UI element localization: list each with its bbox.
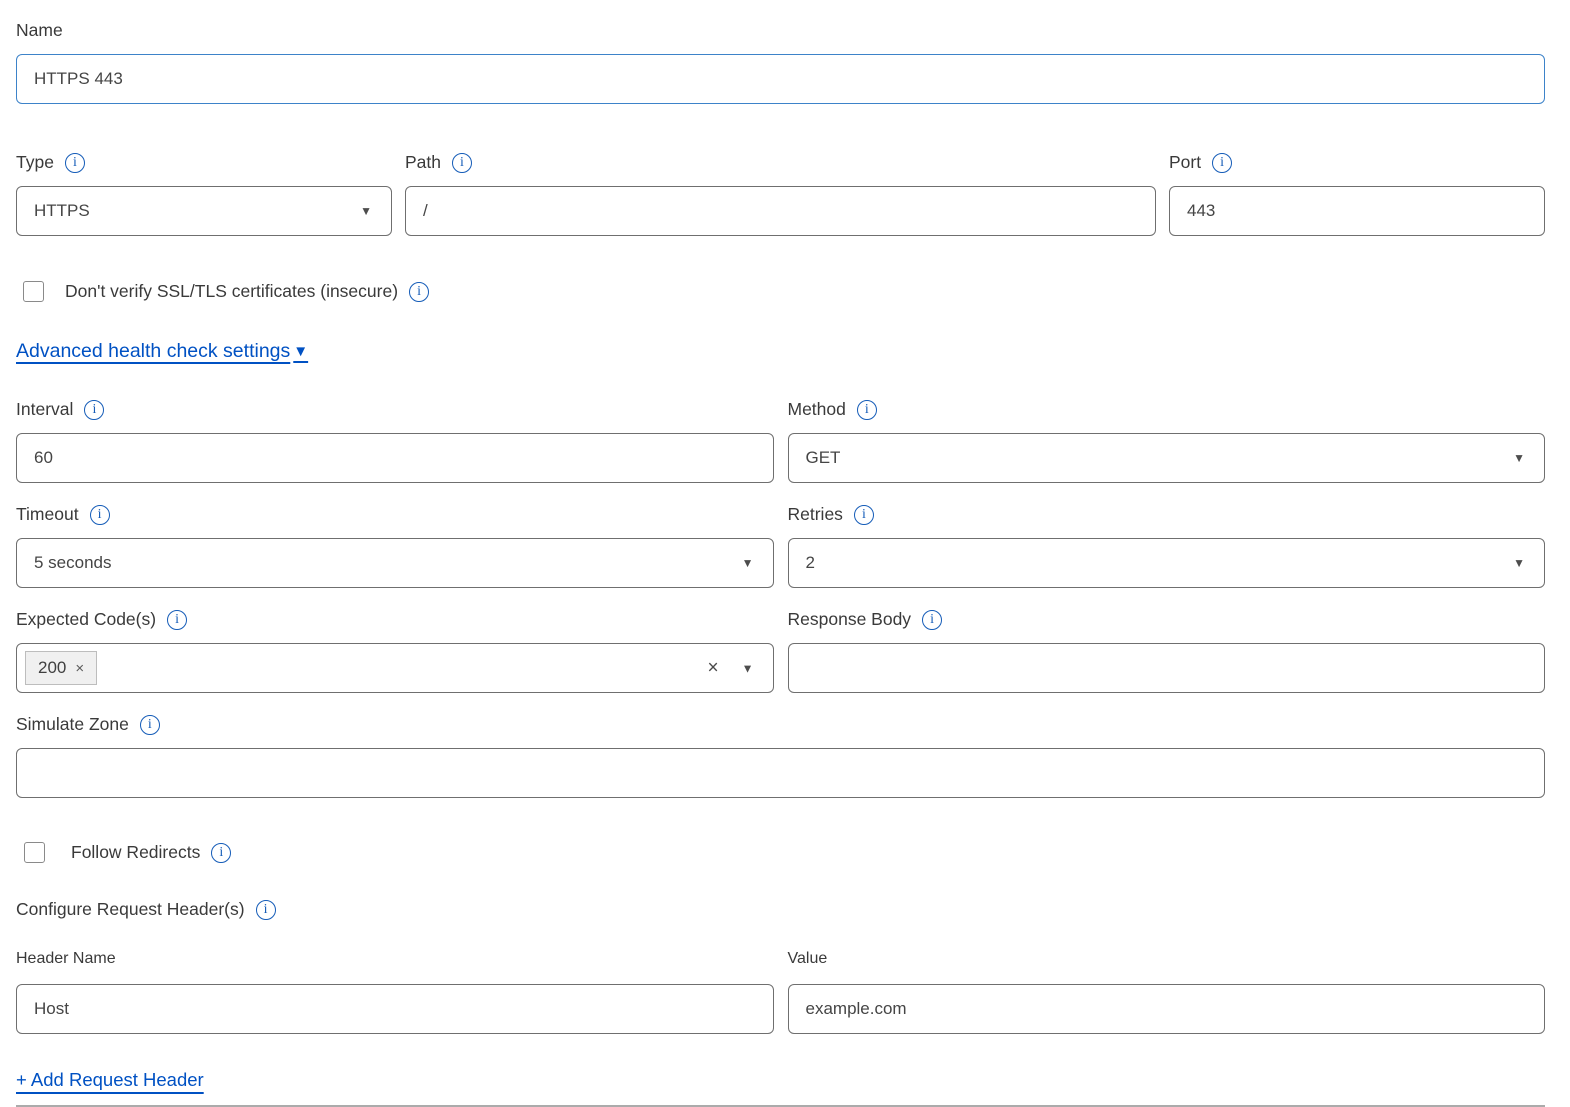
method-label: Method: [788, 399, 846, 420]
method-info-icon[interactable]: i: [857, 400, 877, 420]
follow-redirects-label: Follow Redirects: [71, 842, 200, 863]
method-select[interactable]: GET ▼: [788, 433, 1546, 483]
type-info-icon[interactable]: i: [65, 153, 85, 173]
name-input[interactable]: [16, 54, 1545, 104]
request-headers-info-icon[interactable]: i: [256, 900, 276, 920]
method-field: Method i GET ▼: [788, 399, 1546, 483]
multiselect-controls: × ▼: [708, 659, 754, 678]
timeout-label: Timeout: [16, 504, 79, 525]
path-info-icon[interactable]: i: [452, 153, 472, 173]
interval-field: Interval i: [16, 399, 774, 483]
ssl-verify-checkbox[interactable]: [23, 281, 44, 302]
path-label: Path: [405, 152, 441, 173]
timeout-field: Timeout i 5 seconds ▼: [16, 504, 774, 588]
type-select[interactable]: HTTPS ▼: [16, 186, 392, 236]
header-row: Header Name Value: [16, 950, 1545, 1034]
type-label: Type: [16, 152, 54, 173]
add-request-header-link[interactable]: + Add Request Header: [16, 1069, 204, 1091]
type-field: Type i HTTPS ▼: [16, 152, 392, 236]
code-tag: 200 ×: [25, 651, 97, 685]
response-body-input[interactable]: [788, 643, 1546, 693]
header-name-field: Header Name: [16, 950, 774, 1034]
interval-input[interactable]: [16, 433, 774, 483]
code-tag-value: 200: [38, 658, 66, 678]
ssl-verify-label: Don't verify SSL/TLS certificates (insec…: [65, 281, 398, 302]
path-input[interactable]: [405, 186, 1156, 236]
method-select-value: GET: [806, 448, 841, 468]
interval-info-icon[interactable]: i: [84, 400, 104, 420]
expected-codes-field: Expected Code(s) i 200 × × ▼: [16, 609, 774, 693]
port-info-icon[interactable]: i: [1212, 153, 1232, 173]
retries-info-icon[interactable]: i: [854, 505, 874, 525]
codes-body-row: Expected Code(s) i 200 × × ▼ Response Bo…: [16, 609, 1545, 693]
name-field: Name: [16, 20, 1545, 104]
chevron-down-icon: ▼: [293, 343, 308, 360]
chevron-down-icon: ▼: [1513, 451, 1525, 465]
type-select-value: HTTPS: [34, 201, 90, 221]
header-name-label: Header Name: [16, 950, 116, 967]
ssl-verify-row: Don't verify SSL/TLS certificates (insec…: [16, 281, 1545, 302]
port-input[interactable]: [1169, 186, 1545, 236]
chevron-down-icon: ▼: [742, 556, 754, 570]
interval-method-row: Interval i Method i GET ▼: [16, 399, 1545, 483]
retries-select-value: 2: [806, 553, 815, 573]
retries-field: Retries i 2 ▼: [788, 504, 1546, 588]
expected-codes-multiselect[interactable]: 200 × × ▼: [16, 643, 774, 693]
simulate-zone-label: Simulate Zone: [16, 714, 129, 735]
tag-remove-icon[interactable]: ×: [75, 660, 84, 677]
ssl-verify-info-icon[interactable]: i: [409, 282, 429, 302]
expected-codes-info-icon[interactable]: i: [167, 610, 187, 630]
chevron-down-icon: ▼: [1513, 556, 1525, 570]
type-path-port-row: Type i HTTPS ▼ Path i Port i: [16, 152, 1545, 236]
timeout-select-value: 5 seconds: [34, 553, 112, 573]
follow-redirects-info-icon[interactable]: i: [211, 843, 231, 863]
advanced-settings-link[interactable]: Advanced health check settings▼: [16, 340, 308, 363]
simulate-zone-field: Simulate Zone i: [16, 714, 1545, 798]
health-check-form: Name Type i HTTPS ▼ Path i Port i: [0, 0, 1570, 1107]
timeout-info-icon[interactable]: i: [90, 505, 110, 525]
simulate-zone-info-icon[interactable]: i: [140, 715, 160, 735]
advanced-settings-link-label: Advanced health check settings: [16, 340, 290, 363]
follow-redirects-checkbox[interactable]: [24, 842, 45, 863]
retries-label: Retries: [788, 504, 843, 525]
follow-redirects-row: Follow Redirects i: [16, 842, 1545, 863]
response-body-info-icon[interactable]: i: [922, 610, 942, 630]
timeout-retries-row: Timeout i 5 seconds ▼ Retries i 2 ▼: [16, 504, 1545, 588]
request-headers-section-header: Configure Request Header(s) i: [16, 899, 1545, 920]
request-headers-section-label: Configure Request Header(s): [16, 899, 245, 920]
chevron-down-icon: ▼: [360, 204, 372, 218]
chevron-down-icon[interactable]: ▼: [742, 661, 754, 675]
response-body-label: Response Body: [788, 609, 912, 630]
name-label: Name: [16, 20, 63, 41]
header-name-input[interactable]: [16, 984, 774, 1034]
port-field: Port i: [1169, 152, 1545, 236]
header-value-input[interactable]: [788, 984, 1546, 1034]
retries-select[interactable]: 2 ▼: [788, 538, 1546, 588]
simulate-zone-input[interactable]: [16, 748, 1545, 798]
path-field: Path i: [405, 152, 1156, 236]
expected-codes-label: Expected Code(s): [16, 609, 156, 630]
timeout-select[interactable]: 5 seconds ▼: [16, 538, 774, 588]
response-body-field: Response Body i: [788, 609, 1546, 693]
clear-icon[interactable]: ×: [708, 659, 719, 678]
header-value-label: Value: [788, 950, 828, 967]
header-value-field: Value: [788, 950, 1546, 1034]
port-label: Port: [1169, 152, 1201, 173]
interval-label: Interval: [16, 399, 73, 420]
